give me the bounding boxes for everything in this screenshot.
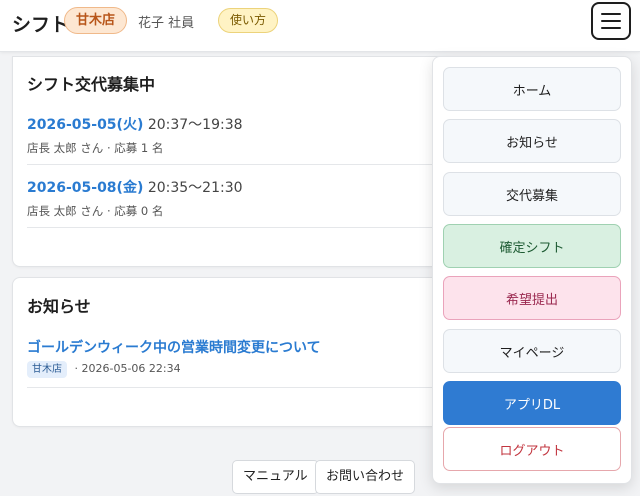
app-header: シフト 甘木店 花子 社員 使い方 xyxy=(0,0,640,52)
news-meta: 甘木店 · 2026-05-06 22:34 xyxy=(27,361,181,378)
shift-meta: 店長 太郎 さん · 応募 1 名 xyxy=(27,141,164,155)
shift-date-link[interactable]: 2026-05-05(火) xyxy=(27,117,143,133)
nav-dropdown-menu: ホーム お知らせ 交代募集 確定シフト 希望提出 マイページ アプリDL ログア… xyxy=(432,56,632,484)
news-title: お知らせ xyxy=(27,297,91,316)
news-store-tag: 甘木店 xyxy=(27,361,67,378)
hamburger-icon xyxy=(601,27,621,29)
shift-time: 20:35〜21:30 xyxy=(147,180,243,196)
divider xyxy=(27,227,467,228)
shift-item: 2026-05-05(火) 20:37〜19:38 店長 太郎 さん · 応募 … xyxy=(27,114,467,156)
hamburger-icon xyxy=(601,13,621,15)
news-item-link[interactable]: ゴールデンウィーク中の営業時間変更について xyxy=(27,337,321,357)
menu-item-confirmed-shift[interactable]: 確定シフト xyxy=(443,224,621,268)
menu-item-home[interactable]: ホーム xyxy=(443,67,621,111)
hamburger-menu-button[interactable] xyxy=(591,2,631,40)
shift-date-link[interactable]: 2026-05-08(金) xyxy=(27,180,143,196)
contact-button[interactable]: お問い合わせ xyxy=(315,460,416,494)
shift-swap-title: シフト交代募集中 xyxy=(27,75,156,94)
menu-item-news[interactable]: お知らせ xyxy=(443,119,621,163)
divider xyxy=(27,164,467,165)
shift-swap-card: シフト交代募集中 2026-05-05(火) 20:37〜19:38 店長 太郎… xyxy=(12,56,482,267)
news-date: · 2026-05-06 22:34 xyxy=(74,362,181,375)
shift-item: 2026-05-08(金) 20:35〜21:30 店長 太郎 さん · 応募 … xyxy=(27,177,467,219)
shift-meta: 店長 太郎 さん · 応募 0 名 xyxy=(27,204,164,218)
menu-item-swap[interactable]: 交代募集 xyxy=(443,172,621,216)
menu-item-mypage[interactable]: マイページ xyxy=(443,329,621,373)
menu-item-app-download[interactable]: アプリDL xyxy=(443,381,621,425)
hamburger-icon xyxy=(601,20,621,22)
shift-time: 20:37〜19:38 xyxy=(147,117,243,133)
store-badge: 甘木店 xyxy=(64,7,128,34)
manual-button[interactable]: マニュアル xyxy=(232,460,319,494)
app-title: シフト xyxy=(12,14,70,36)
menu-item-request-submit[interactable]: 希望提出 xyxy=(443,276,621,320)
user-name: 花子 社員 xyxy=(138,16,195,31)
divider xyxy=(27,387,467,388)
news-card: お知らせ ゴールデンウィーク中の営業時間変更について 甘木店 · 2026-05… xyxy=(12,277,482,427)
menu-item-logout[interactable]: ログアウト xyxy=(443,427,621,471)
help-button[interactable]: 使い方 xyxy=(218,8,279,33)
